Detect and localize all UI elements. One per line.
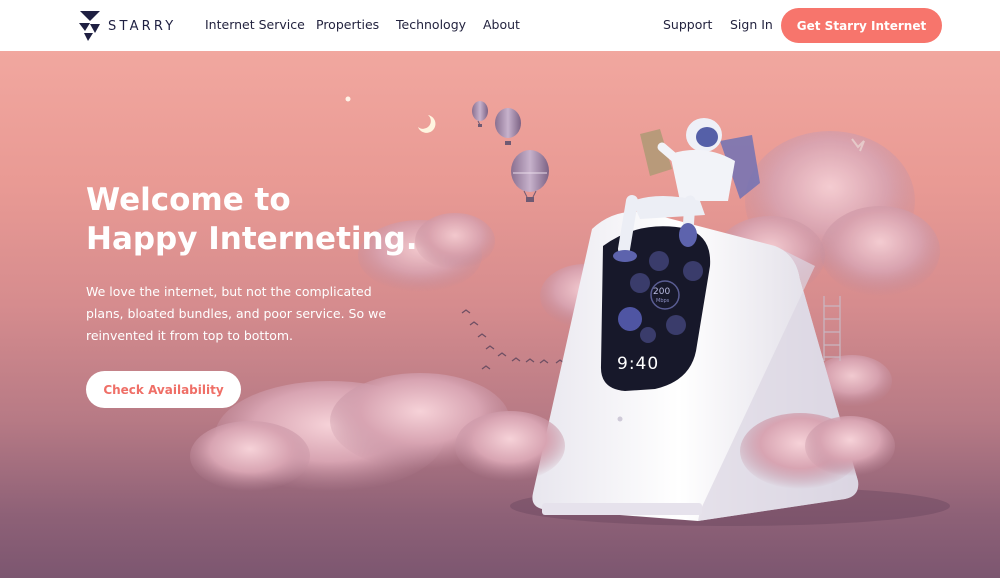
screen-app-icon bbox=[683, 261, 703, 281]
ladder-icon bbox=[823, 296, 841, 361]
starry-logo-mark-icon bbox=[79, 11, 100, 41]
logo-wordmark: STARRY bbox=[108, 18, 177, 34]
screen-app-icon bbox=[666, 315, 686, 335]
nav-sign-in[interactable]: Sign In bbox=[730, 17, 773, 32]
device-speed-readout: 200 bbox=[653, 287, 671, 297]
hot-air-balloon-icon bbox=[511, 150, 549, 202]
starry-logo[interactable]: STARRY bbox=[78, 9, 176, 43]
device-light-icon bbox=[617, 416, 623, 422]
hero-section: 200 Mbps 9:40 Welcome to Happy Interneti… bbox=[0, 51, 1000, 578]
screen-app-icon bbox=[630, 273, 650, 293]
hot-air-balloon-icon bbox=[472, 101, 488, 127]
nav-technology[interactable]: Technology bbox=[396, 17, 466, 32]
screen-app-icon bbox=[649, 251, 669, 271]
cloud-icon bbox=[190, 373, 565, 491]
check-availability-button[interactable]: Check Availability bbox=[86, 371, 241, 408]
device-speed-unit: Mbps bbox=[656, 298, 670, 304]
nav-properties[interactable]: Properties bbox=[316, 17, 379, 32]
hero-title-line2: Happy Interneting. bbox=[86, 221, 418, 257]
nav-support[interactable]: Support bbox=[663, 17, 712, 32]
device-clock: 9:40 bbox=[617, 354, 660, 374]
nav-internet-service[interactable]: Internet Service bbox=[205, 17, 305, 32]
cloud-icon bbox=[740, 413, 895, 489]
moon-icon bbox=[418, 115, 436, 133]
site-header: STARRY Internet Service Properties Techn… bbox=[0, 0, 1000, 51]
get-starry-internet-button[interactable]: Get Starry Internet bbox=[781, 8, 942, 43]
hot-air-balloon-icon bbox=[495, 108, 521, 145]
screen-app-icon bbox=[618, 307, 642, 331]
screen-app-icon bbox=[640, 327, 656, 343]
hero-title-line1: Welcome to bbox=[86, 182, 291, 218]
hero-description: We love the internet, but not the compli… bbox=[86, 284, 387, 343]
star-icon bbox=[345, 96, 351, 102]
nav-about[interactable]: About bbox=[483, 17, 520, 32]
hero-title: Welcome to Happy Interneting. bbox=[86, 181, 418, 259]
